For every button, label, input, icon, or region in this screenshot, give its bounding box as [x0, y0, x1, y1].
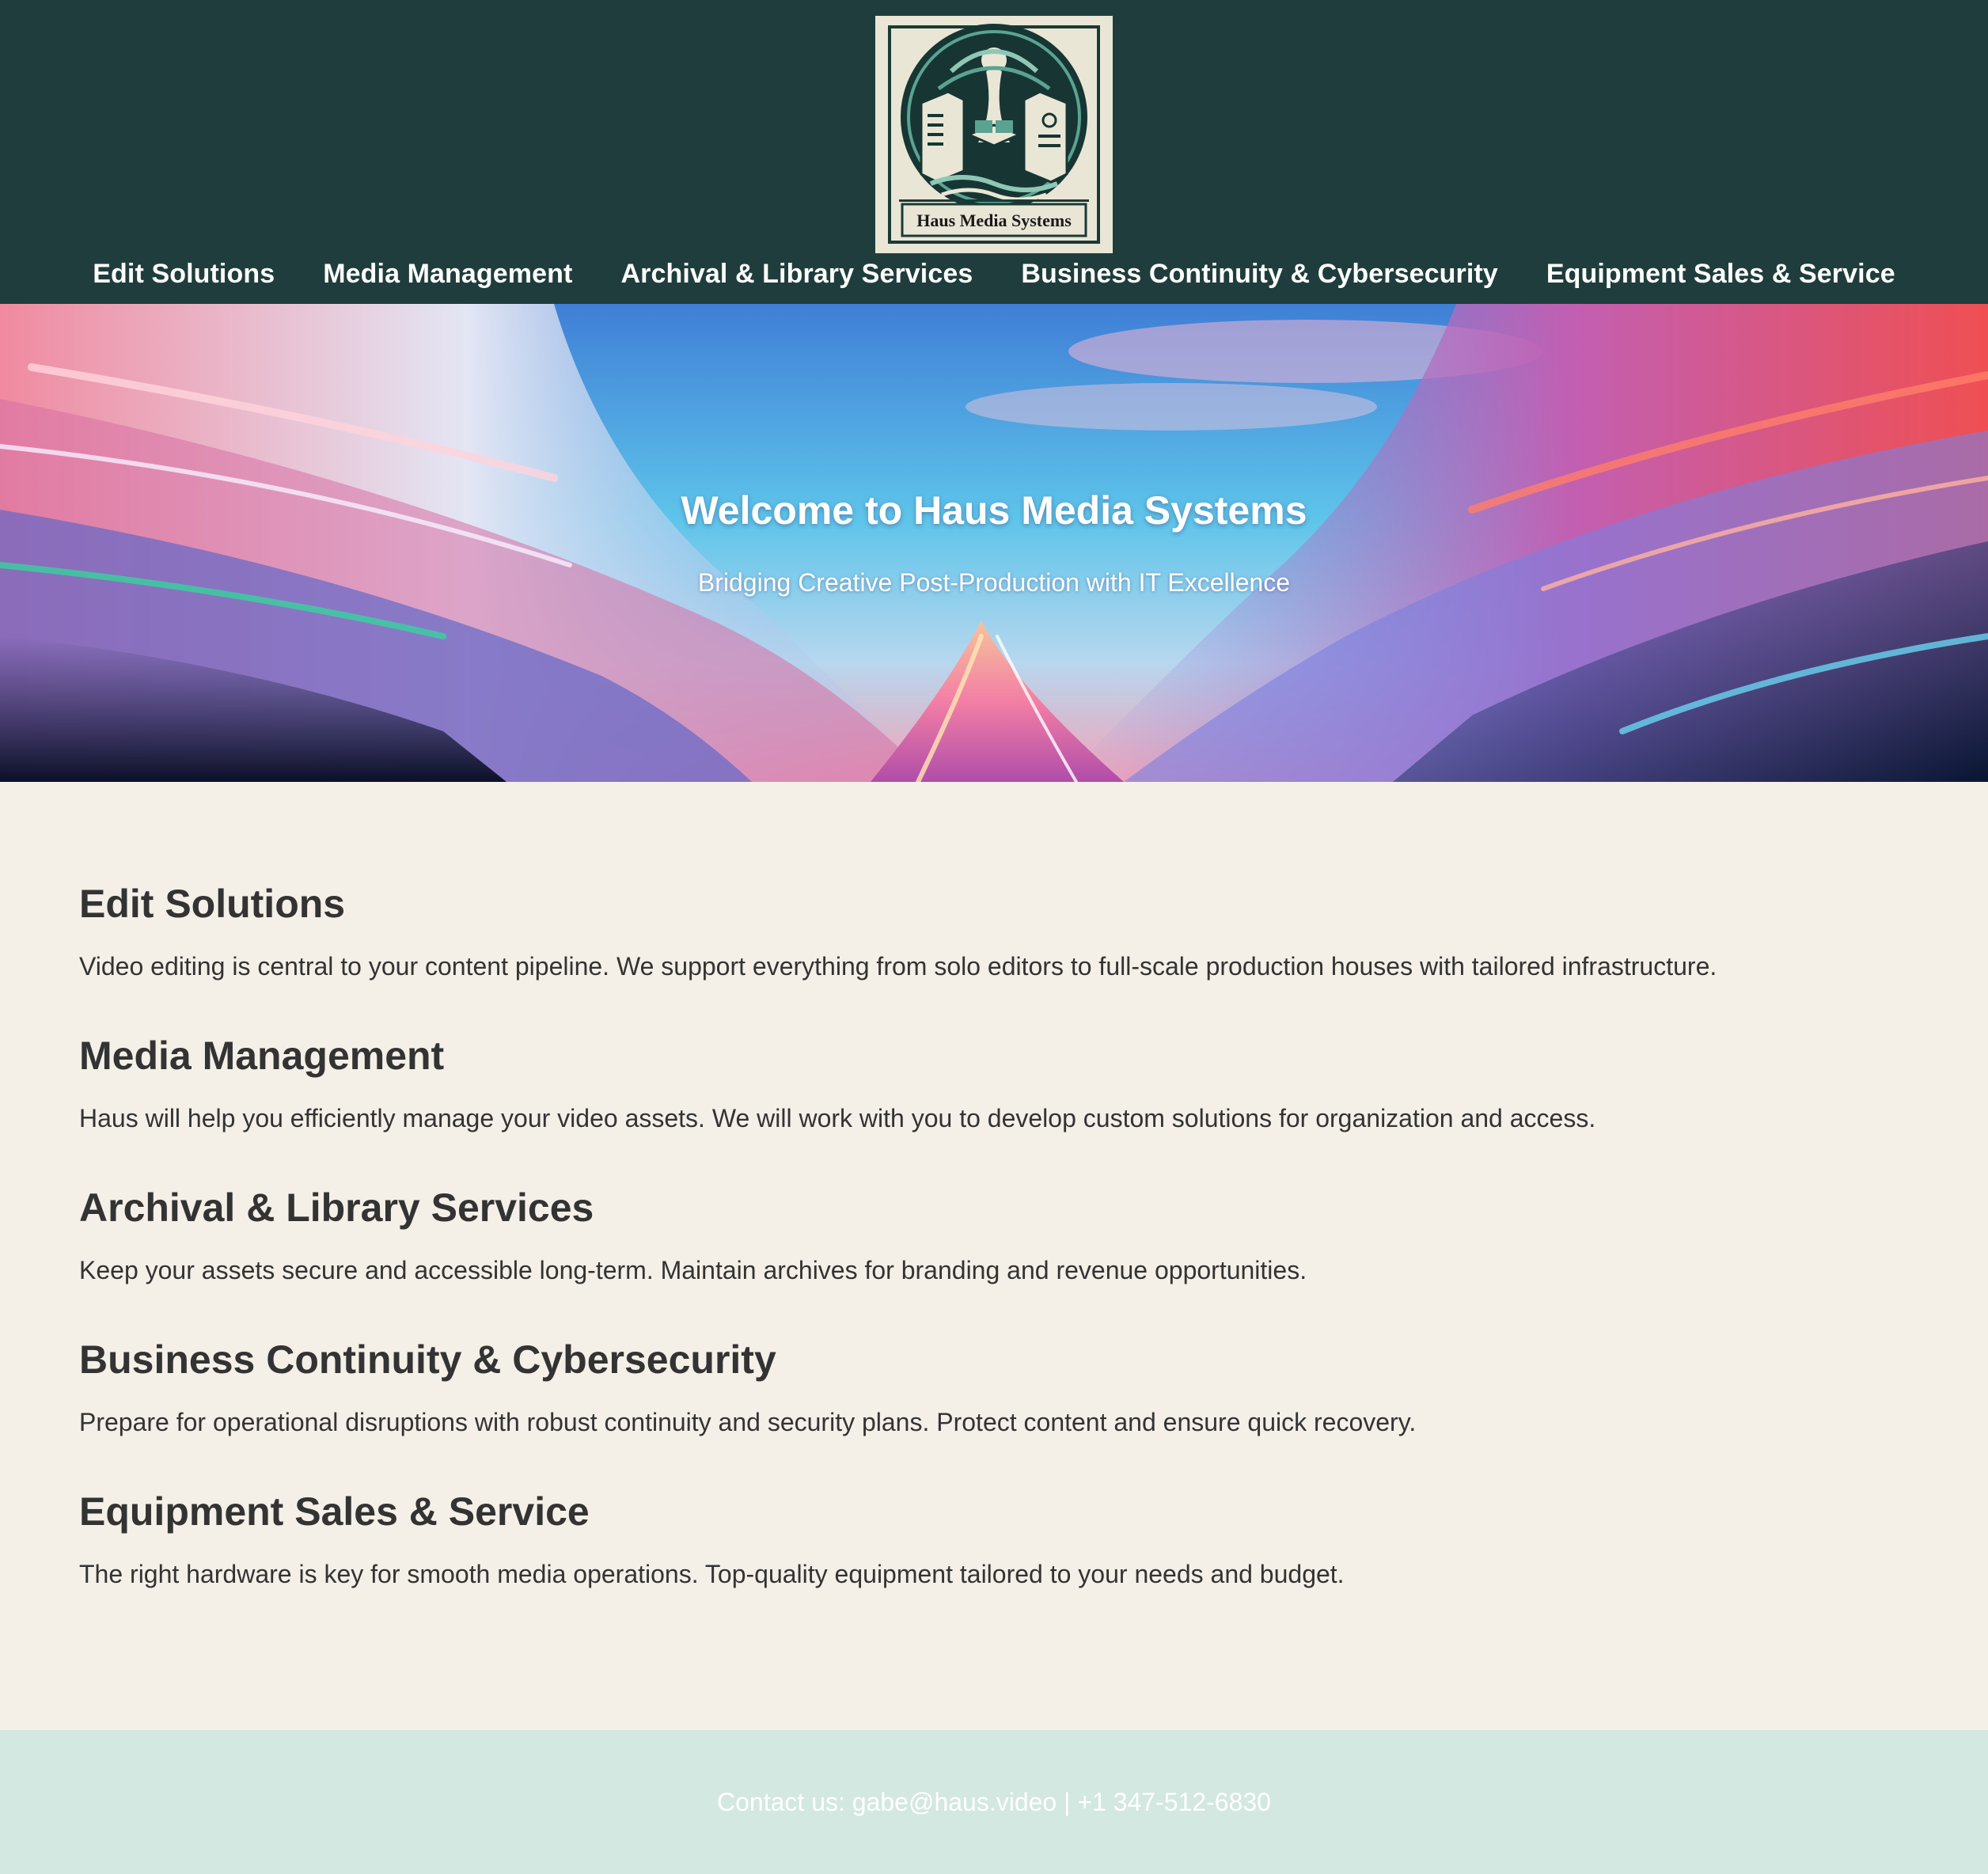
section-heading: Archival & Library Services	[79, 1185, 594, 1230]
site-header: Haus Media Systems Edit Solutions Media …	[0, 0, 1988, 304]
section-heading: Edit Solutions	[79, 882, 346, 926]
nav-media-management[interactable]: Media Management	[323, 259, 572, 290]
footer-contact-text[interactable]: Contact us: gabe@haus.video | +1 347-512…	[0, 1788, 1988, 1817]
section-heading: Equipment Sales & Service	[79, 1489, 590, 1534]
logo-emblem-icon: Haus Media Systems	[880, 21, 1108, 248]
hero-banner: Welcome to Haus Media Systems Bridging C…	[0, 304, 1988, 782]
nav-equipment-sales-service[interactable]: Equipment Sales & Service	[1546, 259, 1895, 290]
section-text: Haus will help you efficiently manage yo…	[79, 1104, 1596, 1132]
hero-subtitle: Bridging Creative Post-Production with I…	[697, 568, 1291, 597]
section-text: Video editing is central to your content…	[79, 952, 1717, 981]
section-business-continuity-cybersecurity: Business Continuity & Cybersecurity Prep…	[79, 1336, 1899, 1436]
section-archival-library-services: Archival & Library Services Keep your as…	[79, 1184, 1899, 1284]
section-text: Prepare for operational disruptions with…	[79, 1408, 1417, 1436]
section-heading: Media Management	[79, 1034, 445, 1078]
svg-text:Haus Media Systems: Haus Media Systems	[916, 211, 1072, 230]
hero-title: Welcome to Haus Media Systems	[681, 488, 1307, 533]
site-footer: Contact us: gabe@haus.video | +1 347-512…	[0, 1730, 1988, 1874]
section-heading: Business Continuity & Cybersecurity	[79, 1337, 776, 1382]
section-equipment-sales-service: Equipment Sales & Service The right hard…	[79, 1488, 1899, 1588]
main-nav: Edit Solutions Media Management Archival…	[0, 252, 1988, 296]
section-text: The right hardware is key for smooth med…	[79, 1560, 1345, 1588]
section-text: Keep your assets secure and accessible l…	[79, 1256, 1307, 1284]
hero-light-streaks-image	[0, 304, 1988, 782]
section-media-management: Media Management Haus will help you effi…	[79, 1032, 1899, 1132]
services-content: Edit Solutions Video editing is central …	[0, 782, 1988, 1730]
nav-archival-library-services[interactable]: Archival & Library Services	[620, 259, 973, 290]
section-edit-solutions: Edit Solutions Video editing is central …	[79, 880, 1899, 981]
nav-business-continuity-cybersecurity[interactable]: Business Continuity & Cybersecurity	[1021, 259, 1497, 290]
nav-edit-solutions[interactable]: Edit Solutions	[93, 259, 275, 290]
haus-media-systems-logo[interactable]: Haus Media Systems	[875, 16, 1113, 253]
